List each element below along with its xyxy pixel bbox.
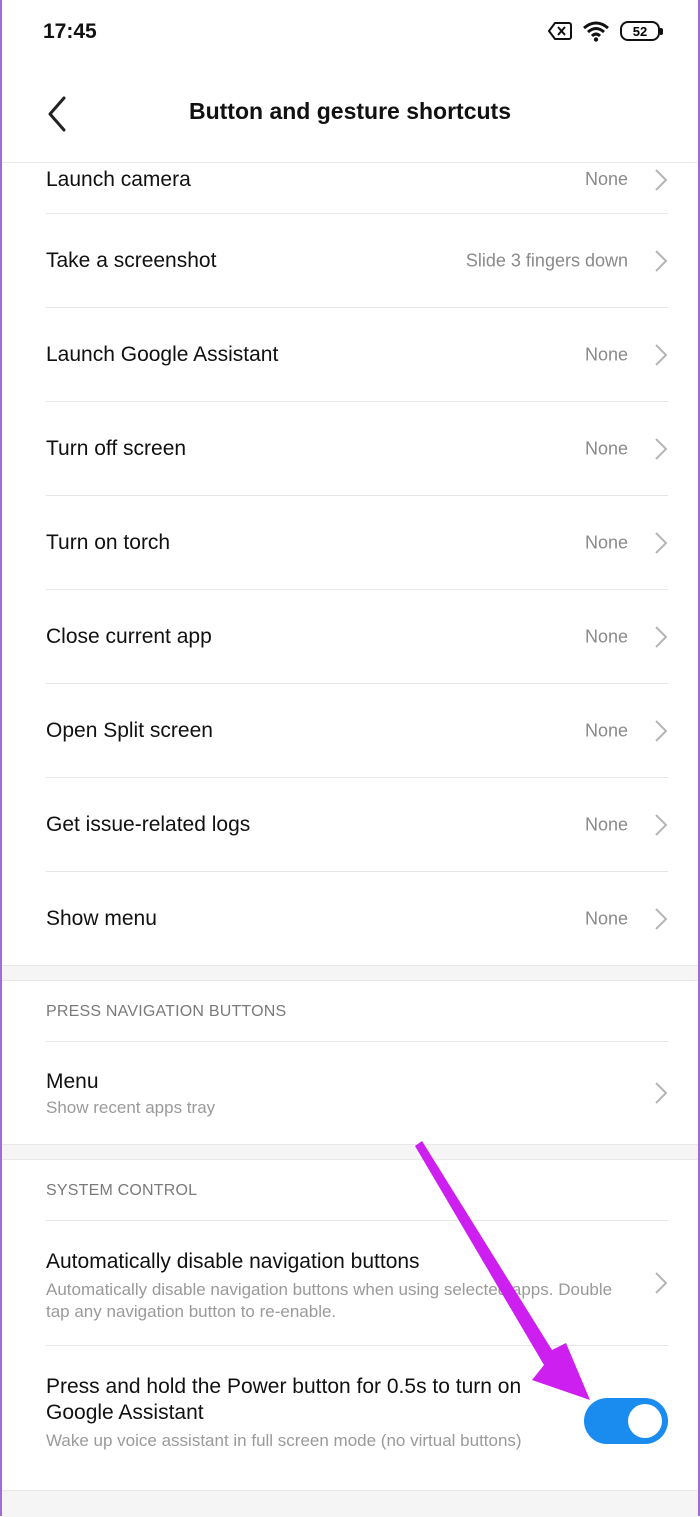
power-hold-title: Press and hold the Power button for 0.5s…	[46, 1375, 522, 1424]
shortcut-row-screenshot[interactable]: Take a screenshot Slide 3 fingers down	[46, 214, 668, 308]
shortcut-row-turn-off-screen[interactable]: Turn off screen None	[46, 402, 668, 496]
chevron-right-icon	[655, 531, 668, 554]
shortcut-label: Turn off screen	[46, 436, 187, 460]
auto-disable-subtitle: Automatically disable navigation buttons…	[46, 1280, 613, 1321]
chevron-right-icon	[655, 437, 668, 460]
chevron-right-icon	[655, 169, 668, 191]
shortcut-value: None	[584, 626, 628, 646]
shortcut-label: Close current app	[46, 624, 212, 648]
chevron-right-icon	[655, 719, 668, 742]
auto-disable-title: Automatically disable navigation buttons	[46, 1250, 420, 1273]
sim-off-icon	[548, 22, 572, 40]
shortcut-row-close-app[interactable]: Close current app None	[46, 590, 668, 684]
shortcut-label: Take a screenshot	[46, 248, 217, 272]
shortcut-row-launch-camera[interactable]: Launch camera None	[46, 162, 668, 214]
shortcut-row-google-assistant[interactable]: Launch Google Assistant None	[46, 308, 668, 402]
shortcut-value: None	[584, 720, 628, 740]
chevron-right-icon	[655, 343, 668, 366]
chevron-right-icon	[655, 625, 668, 648]
section-divider	[2, 1144, 698, 1160]
menu-title: Menu	[46, 1070, 99, 1093]
power-hold-assistant-row[interactable]: Press and hold the Power button for 0.5s…	[46, 1346, 668, 1496]
shortcut-value: None	[584, 908, 628, 928]
menu-row[interactable]: Menu Show recent apps tray	[46, 1042, 668, 1144]
shortcut-value: None	[584, 344, 628, 364]
chevron-right-icon	[655, 907, 668, 930]
chevron-right-icon	[655, 1082, 668, 1104]
bottom-spacer	[2, 1490, 698, 1517]
chevron-right-icon	[655, 249, 668, 272]
shortcut-label: Show menu	[46, 906, 157, 930]
shortcut-label: Get issue-related logs	[46, 812, 251, 836]
battery-level: 52	[632, 23, 648, 39]
auto-disable-nav-row[interactable]: Automatically disable navigation buttons…	[46, 1221, 668, 1346]
shortcut-row-split-screen[interactable]: Open Split screen None	[46, 684, 668, 778]
shortcut-value: Slide 3 fingers down	[465, 250, 628, 270]
shortcut-label: Turn on torch	[46, 530, 171, 554]
app-header: Button and gesture shortcuts	[2, 68, 698, 163]
shortcut-row-issue-logs[interactable]: Get issue-related logs None	[46, 778, 668, 872]
shortcut-value: None	[584, 169, 628, 189]
chevron-right-icon	[655, 813, 668, 836]
shortcut-label: Launch camera	[46, 168, 191, 191]
section-divider	[2, 965, 698, 981]
settings-list: Launch camera None Take a screenshot Sli…	[2, 162, 698, 1496]
shortcut-row-torch[interactable]: Turn on torch None	[46, 496, 668, 590]
menu-subtitle: Show recent apps tray	[46, 1098, 216, 1117]
shortcut-label: Open Split screen	[46, 718, 213, 742]
shortcut-label: Launch Google Assistant	[46, 342, 279, 366]
chevron-right-icon	[655, 1272, 668, 1294]
section-header-system-control: SYSTEM CONTROL	[46, 1160, 668, 1221]
toggle-knob	[628, 1404, 662, 1438]
wifi-icon	[583, 21, 609, 42]
status-icons: 52	[548, 20, 663, 42]
status-bar: 17:45 52	[2, 0, 698, 68]
section-title: SYSTEM CONTROL	[46, 1182, 198, 1199]
battery-icon: 52	[620, 21, 663, 41]
shortcut-value: None	[584, 532, 628, 552]
power-hold-toggle[interactable]	[584, 1398, 668, 1444]
status-time: 17:45	[43, 20, 97, 43]
section-title: PRESS NAVIGATION BUTTONS	[46, 1003, 287, 1020]
section-header-navigation: PRESS NAVIGATION BUTTONS	[46, 981, 668, 1042]
shortcut-value: None	[584, 814, 628, 834]
shortcut-row-show-menu[interactable]: Show menu None	[46, 872, 668, 965]
power-hold-subtitle: Wake up voice assistant in full screen m…	[46, 1431, 522, 1450]
shortcut-value: None	[584, 438, 628, 458]
page-title: Button and gesture shortcuts	[188, 98, 511, 124]
